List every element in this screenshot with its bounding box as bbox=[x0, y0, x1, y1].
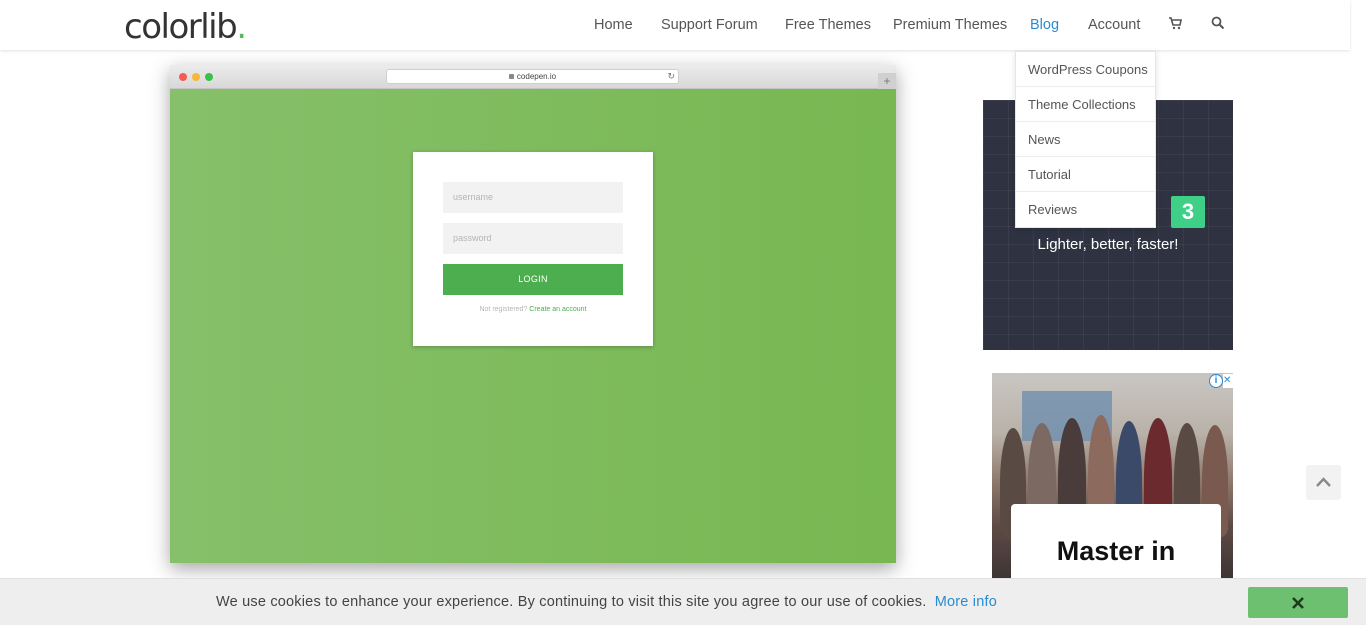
close-icon bbox=[1292, 597, 1304, 609]
nav-account[interactable]: Account bbox=[1088, 16, 1140, 34]
nav-premium-themes[interactable]: Premium Themes bbox=[893, 16, 1007, 34]
ad-headline: Master in bbox=[1056, 536, 1176, 566]
mockup-body: username password LOGIN Not registered? … bbox=[170, 89, 896, 563]
logo-dot: . bbox=[236, 7, 247, 47]
cookie-message-text: We use cookies to enhance your experienc… bbox=[216, 594, 927, 610]
cookie-more-info-link[interactable]: More info bbox=[935, 594, 997, 610]
username-field: username bbox=[443, 182, 623, 213]
browser-toolbar: codepen.io ↻ + bbox=[170, 65, 896, 89]
reload-icon: ↻ bbox=[667, 71, 675, 81]
sidebar-ad-photo[interactable]: i ✕ Master in bbox=[992, 373, 1233, 578]
lock-icon bbox=[508, 74, 514, 79]
register-line: Not registered? Create an account bbox=[413, 306, 653, 313]
dropdown-item-news[interactable]: News bbox=[1016, 122, 1155, 157]
chevron-up-icon bbox=[1316, 477, 1331, 487]
nav-free-themes[interactable]: Free Themes bbox=[785, 16, 871, 34]
address-text: codepen.io bbox=[516, 72, 557, 81]
minimize-dot-icon bbox=[192, 73, 200, 81]
cart-icon[interactable] bbox=[1168, 16, 1184, 34]
maximize-dot-icon bbox=[205, 73, 213, 81]
browser-mockup-image: codepen.io ↻ + username password LOGIN N… bbox=[170, 65, 896, 563]
not-registered-text: Not registered? bbox=[479, 306, 528, 313]
nav-blog[interactable]: Blog bbox=[1030, 16, 1059, 34]
search-icon[interactable] bbox=[1211, 16, 1227, 34]
nav-support-forum[interactable]: Support Forum bbox=[661, 16, 758, 34]
new-tab-icon: + bbox=[878, 73, 896, 89]
cookie-close-button[interactable] bbox=[1248, 587, 1348, 618]
ad-info-icon[interactable]: i bbox=[1209, 374, 1223, 388]
dropdown-item-wordpress-coupons[interactable]: WordPress Coupons bbox=[1016, 52, 1155, 87]
create-account-link: Create an account bbox=[529, 306, 587, 313]
ad-tagline: Lighter, better, faster! bbox=[1037, 236, 1179, 253]
login-card: username password LOGIN Not registered? … bbox=[413, 152, 653, 346]
logo-text: colorlib bbox=[124, 7, 238, 47]
logo[interactable]: colorlib. bbox=[124, 7, 247, 47]
cookie-bar: We use cookies to enhance your experienc… bbox=[0, 578, 1366, 625]
site-header: colorlib. Home Support Forum Free Themes… bbox=[0, 0, 1350, 50]
password-field: password bbox=[443, 223, 623, 254]
ad-close-icon[interactable]: ✕ bbox=[1223, 374, 1233, 388]
login-button: LOGIN bbox=[443, 264, 623, 295]
nav-home[interactable]: Home bbox=[594, 16, 633, 34]
ad-headline-card: Master in bbox=[1011, 504, 1221, 578]
cookie-message: We use cookies to enhance your experienc… bbox=[216, 594, 997, 610]
close-dot-icon bbox=[179, 73, 187, 81]
dropdown-item-theme-collections[interactable]: Theme Collections bbox=[1016, 87, 1155, 122]
scroll-to-top-button[interactable] bbox=[1306, 465, 1341, 500]
blog-dropdown: WordPress Coupons Theme Collections News… bbox=[1015, 51, 1156, 228]
dropdown-item-reviews[interactable]: Reviews bbox=[1016, 192, 1155, 227]
dropdown-item-tutorial[interactable]: Tutorial bbox=[1016, 157, 1155, 192]
ad-version-badge: 3 bbox=[1171, 196, 1205, 228]
address-bar: codepen.io ↻ bbox=[386, 69, 679, 84]
